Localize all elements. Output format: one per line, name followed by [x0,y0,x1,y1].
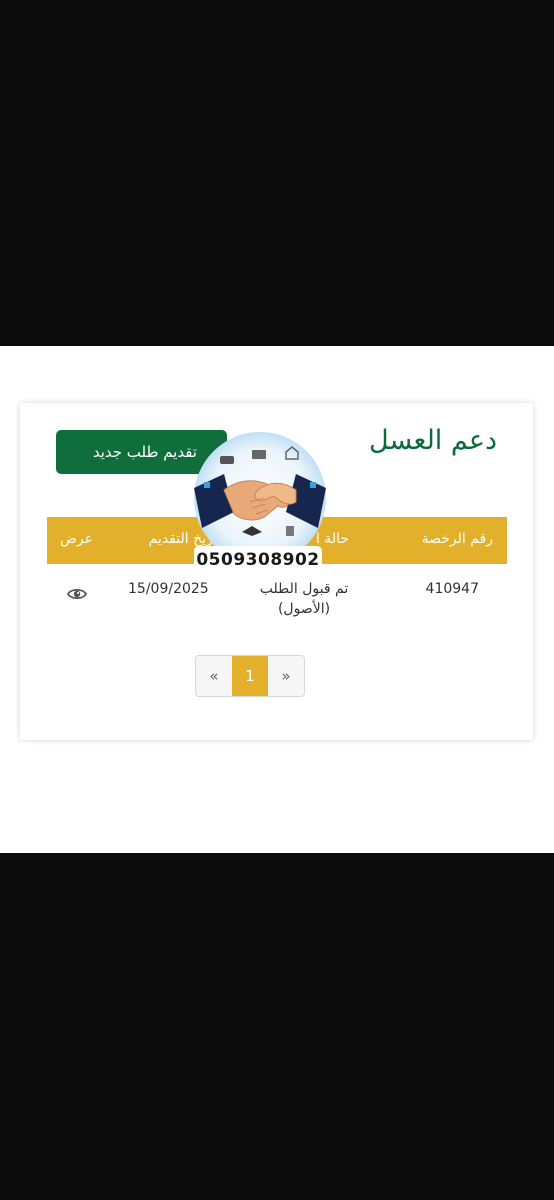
header-license-number: رقم الرخصة [421,531,493,547]
cell-license-number: 410947 [425,581,479,597]
page-content: دعم العسل تقديم طلب جديد رقم الرخصة حالة… [0,346,554,853]
handshake-logo-icon [194,432,326,564]
phone-number-badge: 0509308902 [194,546,322,574]
pagination-page-current[interactable]: 1 [232,656,268,696]
header-view: عرض [60,531,94,547]
cell-submission-date: 15/09/2025 [128,581,209,597]
black-bar-bottom [0,853,554,1200]
cell-status: تم قبول الطلب (الأصول) [259,581,349,617]
pagination-next[interactable]: » [268,656,304,696]
page-title: دعم العسل [369,425,497,456]
black-bar-top [0,0,554,346]
handshake-logo-overlay: 0509308902 [190,430,330,576]
pagination: « 1 » [195,655,305,697]
eye-icon[interactable] [66,587,88,605]
pagination-prev[interactable]: « [196,656,232,696]
